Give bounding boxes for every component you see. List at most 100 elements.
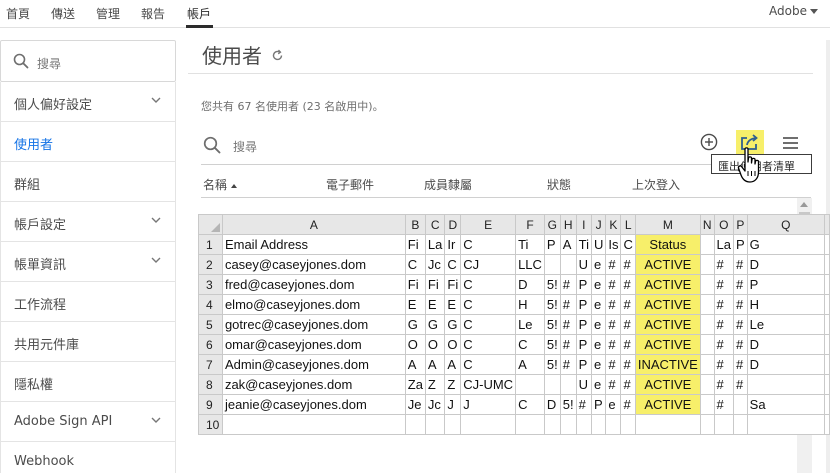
nav-active-indicator (186, 25, 213, 28)
spreadsheet-column-letter: K (605, 214, 622, 235)
scroll-up-arrow-icon[interactable] (800, 202, 808, 207)
spreadsheet-cell (824, 294, 830, 315)
nav-send[interactable]: 傳送 (51, 5, 75, 22)
sidebar-item-groups[interactable]: 群組 (0, 162, 176, 202)
spreadsheet-column-letter: L (620, 214, 636, 235)
spreadsheet-cell (699, 294, 715, 315)
spreadsheet-cell (824, 274, 830, 295)
nav-manage[interactable]: 管理 (96, 5, 120, 22)
menu-icon[interactable] (782, 136, 799, 150)
spreadsheet-cell: # (713, 354, 734, 375)
spreadsheet-cell (746, 414, 826, 435)
spreadsheet-row: 2 casey@caseyjones.dom C Jc C CJ LLC Ue # # ACTIVE… (198, 254, 830, 275)
spreadsheet-column-letter: H (559, 214, 577, 235)
sidebar-item-privacy[interactable]: 隱私權 (0, 362, 176, 402)
spreadsheet-row: 10 (198, 414, 830, 435)
spreadsheet-cell: e (590, 354, 607, 375)
sidebar-item-workflows[interactable]: 工作流程 (0, 282, 176, 322)
spreadsheet-cell: # (575, 394, 592, 415)
spreadsheet-cell: zak@caseyjones.dom (221, 374, 406, 395)
sidebar-item-preferences[interactable]: 個人偏好設定 (0, 82, 176, 122)
column-header-membership[interactable]: 成員隸屬 (424, 176, 472, 193)
spreadsheet-cell (746, 374, 826, 395)
spreadsheet-cell: gotrec@caseyjones.dom (221, 314, 406, 335)
spreadsheet-cell (559, 254, 577, 275)
sidebar-item-adobe-sign-api[interactable]: Adobe Sign API (0, 402, 176, 442)
spreadsheet-cell: Le (746, 314, 826, 335)
spreadsheet-cell: Le (515, 314, 545, 335)
chevron-down-icon (151, 417, 161, 423)
sidebar-item-label: 使用者 (14, 138, 54, 153)
spreadsheet-cell: # (605, 334, 622, 355)
column-header-email[interactable]: 電子郵件 (326, 176, 374, 193)
spreadsheet-cell: LLC (515, 254, 545, 275)
spreadsheet-cell: Za (404, 374, 426, 395)
spreadsheet-cell: P (575, 294, 592, 315)
spreadsheet-cell: Fi (424, 274, 446, 295)
refresh-icon[interactable] (271, 49, 284, 62)
spreadsheet-cell: A (424, 354, 446, 375)
spreadsheet-cell: La (424, 234, 446, 255)
spreadsheet-cell (543, 254, 561, 275)
exported-spreadsheet: A B C D E F G H I J K L M N O P Q 1 Email Address Fi La Ir C Ti… (198, 214, 830, 435)
spreadsheet-cell: C (460, 354, 517, 375)
select-all-corner (198, 214, 223, 235)
spreadsheet-cell: Is (605, 234, 622, 255)
spreadsheet-column-letter: A (221, 214, 406, 235)
spreadsheet-cell: Z (444, 374, 462, 395)
add-user-icon[interactable] (700, 133, 718, 151)
spreadsheet-cell: H (515, 294, 545, 315)
spreadsheet-cell: # (559, 354, 577, 375)
spreadsheet-cell: e (590, 274, 607, 295)
sidebar-search[interactable]: 搜尋 (0, 40, 176, 82)
spreadsheet-row-number: 5 (198, 314, 223, 335)
spreadsheet-row-number: 8 (198, 374, 223, 395)
title-divider (188, 73, 813, 74)
sidebar-item-label: Adobe Sign API (14, 414, 113, 429)
column-header-status[interactable]: 狀態 (547, 176, 571, 193)
nav-home[interactable]: 首頁 (6, 5, 30, 22)
spreadsheet-cell: G (424, 314, 446, 335)
spreadsheet-cell: # (559, 314, 577, 335)
sidebar-item-webhook[interactable]: Webhook (0, 442, 176, 473)
spreadsheet-row: 8 zak@caseyjones.dom Za Z Z CJ-UMC Ue # # ACTIVE #… (198, 374, 830, 395)
nav-reports[interactable]: 報告 (141, 5, 165, 22)
nav-account[interactable]: 帳戶 (187, 5, 211, 22)
spreadsheet-cell (559, 414, 577, 435)
spreadsheet-status-cell: ACTIVE (634, 314, 701, 335)
spreadsheet-cell (699, 374, 715, 395)
spreadsheet-row: 3 fred@caseyjones.dom Fi Fi Fi C D 5! # Pe # # ACTIV… (198, 274, 830, 295)
spreadsheet-column-letter: P (732, 214, 748, 235)
column-header-name[interactable]: 名稱 (203, 176, 238, 193)
spreadsheet-cell: # (605, 274, 622, 295)
sidebar-item-billing[interactable]: 帳單資訊 (0, 242, 176, 282)
spreadsheet-cell: CJ (460, 254, 517, 275)
account-menu[interactable]: Adobe (769, 4, 818, 18)
spreadsheet-cell: G (444, 314, 462, 335)
chevron-down-icon (810, 9, 818, 14)
sidebar-item-account-settings[interactable]: 帳戶設定 (0, 202, 176, 242)
spreadsheet-cell: U (575, 374, 592, 395)
spreadsheet-cell: O (444, 334, 462, 355)
spreadsheet-status-cell: ACTIVE (634, 374, 701, 395)
sidebar-item-users[interactable]: 使用者 (0, 122, 176, 162)
spreadsheet-cell (221, 414, 406, 435)
spreadsheet-cell (713, 414, 734, 435)
sidebar-item-shared-library[interactable]: 共用元件庫 (0, 322, 176, 362)
spreadsheet-column-letter: C (424, 214, 446, 235)
spreadsheet-cell: Ti (515, 234, 545, 255)
spreadsheet-cell: # (559, 334, 577, 355)
spreadsheet-cell (824, 414, 830, 435)
column-header-last-login[interactable]: 上次登入 (632, 176, 680, 193)
spreadsheet-cell (699, 334, 715, 355)
spreadsheet-row: 7 Admin@caseyjones.dom A A A C A 5! # Pe # # INACTIV… (198, 354, 830, 375)
spreadsheet-cell: C (515, 394, 545, 415)
user-search-input[interactable]: 搜尋 (233, 138, 257, 155)
spreadsheet-status-cell: INACTIVE (634, 354, 701, 375)
spreadsheet-column-letter: G (543, 214, 561, 235)
sidebar-search-placeholder: 搜尋 (37, 57, 62, 71)
spreadsheet-cell: # (605, 294, 622, 315)
spreadsheet-cell: # (620, 354, 636, 375)
spreadsheet-cell: # (732, 254, 748, 275)
spreadsheet-cell: # (732, 314, 748, 335)
